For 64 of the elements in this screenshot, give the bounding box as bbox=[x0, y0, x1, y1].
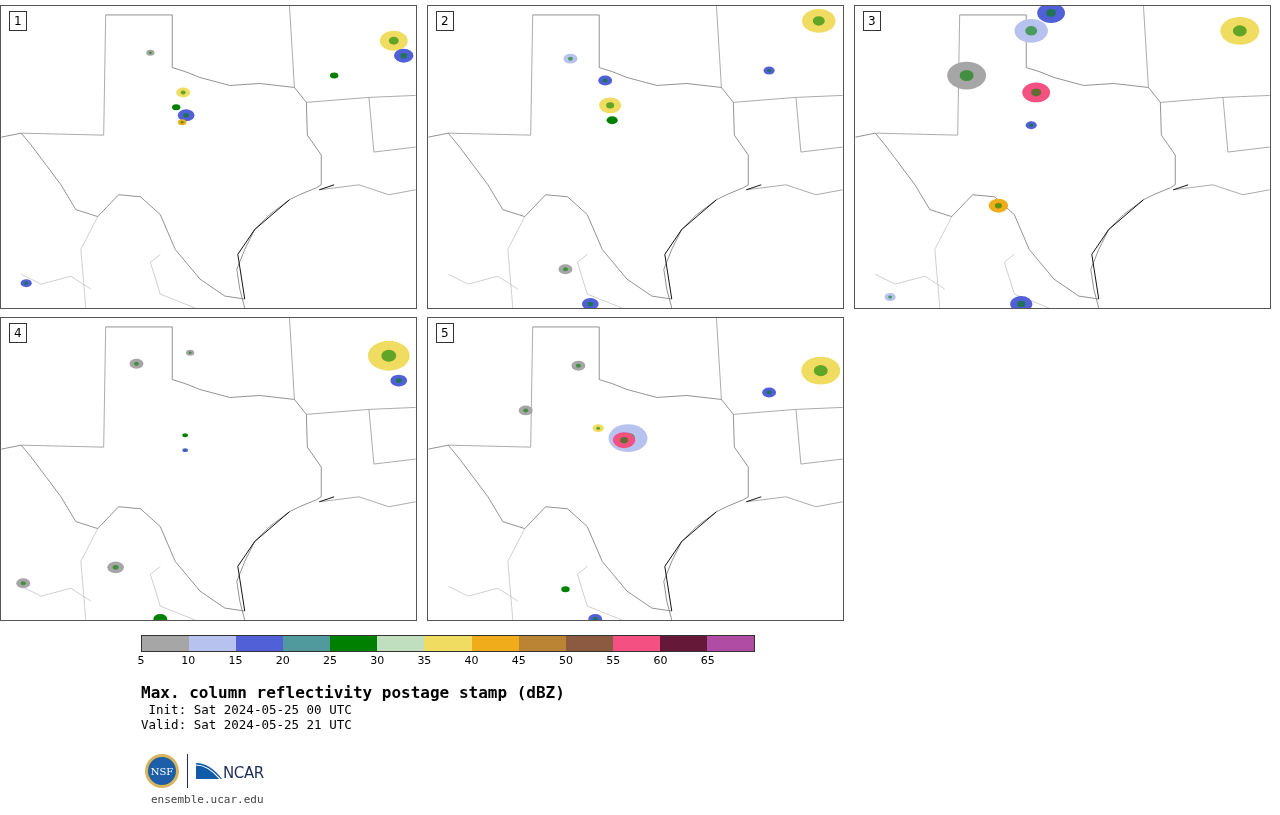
radar-echo bbox=[153, 614, 168, 621]
radar-echo bbox=[1010, 296, 1033, 309]
tick-label: 30 bbox=[370, 655, 385, 667]
tick-label: 65 bbox=[700, 655, 715, 667]
radar-echo bbox=[988, 198, 1009, 213]
radar-echo bbox=[20, 279, 32, 288]
tick-label: 25 bbox=[322, 655, 337, 667]
valid-time: Valid: Sat 2024-05-25 21 UTC bbox=[141, 717, 353, 732]
radar-echo bbox=[182, 433, 188, 438]
radar-echo bbox=[1025, 121, 1037, 130]
tick-label: 20 bbox=[275, 655, 290, 667]
radar-echo bbox=[558, 264, 573, 275]
radar-echo bbox=[367, 340, 410, 371]
radar-echo bbox=[379, 30, 408, 51]
radar-echo bbox=[563, 53, 578, 64]
radar-echo bbox=[107, 561, 124, 574]
radar-echo bbox=[571, 360, 586, 371]
panel-number: 3 bbox=[863, 11, 881, 31]
radar-echo bbox=[390, 374, 408, 387]
panel-number: 5 bbox=[436, 323, 454, 343]
radar-echo bbox=[393, 48, 414, 63]
radar-echo bbox=[330, 72, 339, 79]
tick-label: 15 bbox=[228, 655, 243, 667]
tick-label: 50 bbox=[559, 655, 574, 667]
radar-echo bbox=[1220, 16, 1260, 45]
ncar-mark-icon bbox=[196, 761, 222, 781]
radar-echo bbox=[598, 75, 613, 86]
radar-echo bbox=[1037, 5, 1065, 23]
panel-number: 4 bbox=[9, 323, 27, 343]
panel-number: 1 bbox=[9, 11, 27, 31]
radar-echo bbox=[801, 356, 841, 385]
tick-label: 55 bbox=[606, 655, 621, 667]
website-url: ensemble.ucar.edu bbox=[151, 793, 265, 806]
radar-echo bbox=[129, 358, 144, 369]
radar-echo bbox=[606, 116, 618, 125]
radar-echo bbox=[561, 586, 570, 593]
radar-echo bbox=[16, 578, 31, 589]
radar-echo bbox=[802, 9, 836, 33]
radar-echo bbox=[599, 97, 622, 114]
radar-echo bbox=[592, 424, 604, 433]
radar-echo bbox=[146, 49, 155, 56]
radar-echo bbox=[947, 61, 987, 90]
radar-echo bbox=[182, 448, 188, 453]
tick-label: 45 bbox=[511, 655, 526, 667]
radar-echo bbox=[588, 614, 603, 621]
tick-label: 40 bbox=[464, 655, 479, 667]
nsf-logo: NSF bbox=[145, 754, 179, 788]
radar-echo bbox=[581, 298, 599, 309]
tick-label: 10 bbox=[181, 655, 196, 667]
tick-label: 60 bbox=[653, 655, 668, 667]
panel-number: 2 bbox=[436, 11, 454, 31]
radar-echo bbox=[176, 87, 191, 98]
radar-echo bbox=[763, 66, 775, 75]
radar-echo bbox=[185, 349, 195, 356]
tick-label: 5 bbox=[137, 655, 145, 667]
chart-title: Max. column reflectivity postage stamp (dBZ) bbox=[141, 684, 566, 702]
ncar-logo-text: NCAR bbox=[223, 765, 264, 781]
radar-echo bbox=[1022, 82, 1051, 103]
radar-echo bbox=[884, 293, 896, 302]
radar-echo bbox=[1014, 18, 1048, 43]
init-time: Init: Sat 2024-05-25 00 UTC bbox=[147, 702, 353, 717]
tick-label: 35 bbox=[417, 655, 432, 667]
radar-echo bbox=[518, 405, 533, 416]
radar-echo bbox=[762, 387, 777, 398]
